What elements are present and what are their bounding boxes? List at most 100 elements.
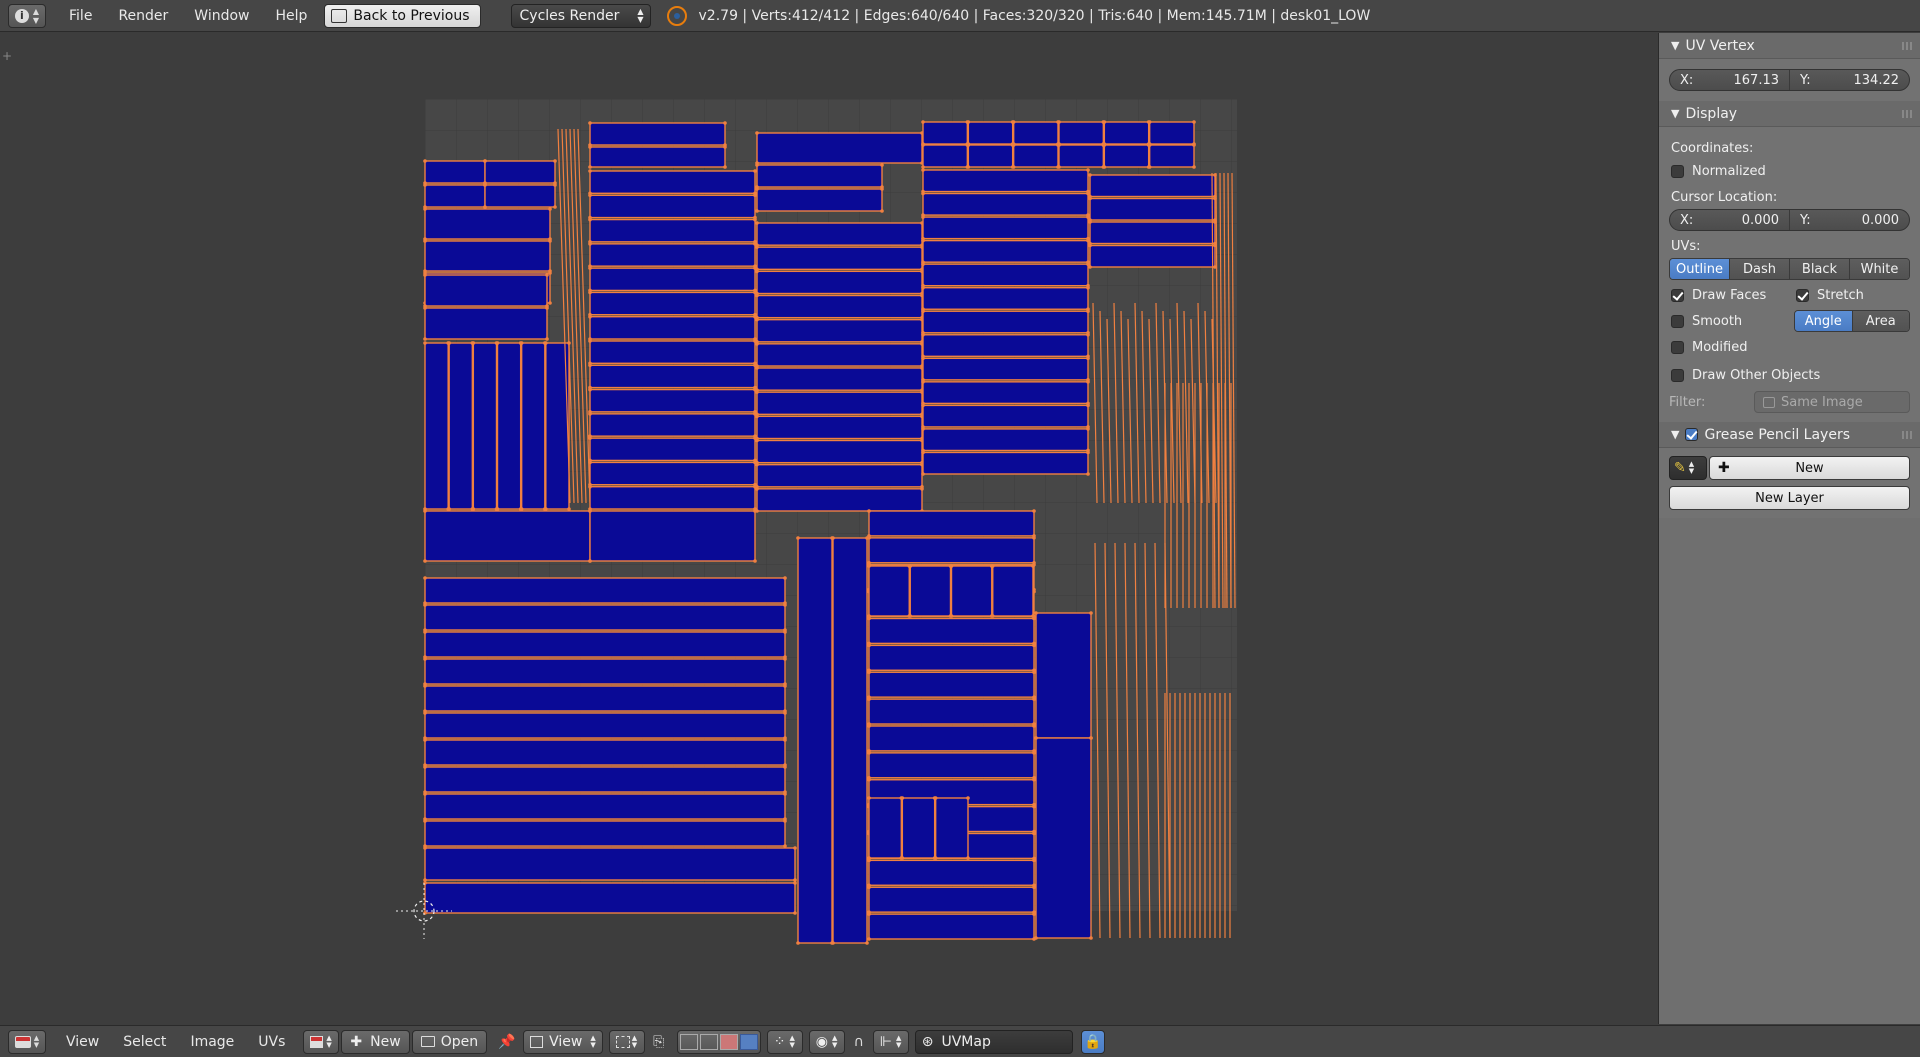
uv-vertex — [1088, 243, 1092, 248]
uv-vertex — [1086, 191, 1090, 196]
uv-face — [756, 415, 923, 440]
grease-pencil-browse-button[interactable]: ✎ ▲ ▼ — [1669, 456, 1707, 480]
snap-icon[interactable]: ∩ — [847, 1030, 871, 1054]
menu-render[interactable]: Render — [105, 0, 181, 32]
uv-face — [589, 486, 756, 510]
checkbox-box — [1671, 340, 1684, 354]
uv-mode-black[interactable]: Black — [1789, 259, 1849, 279]
uv-vertex — [588, 217, 592, 222]
uv-vertex — [966, 856, 970, 860]
uv-vertex — [1192, 120, 1196, 124]
uv-face — [868, 565, 910, 617]
menu-window[interactable]: Window — [181, 0, 262, 32]
menu-help[interactable]: Help — [262, 0, 320, 32]
uv-vertex-panel-header[interactable]: ▼ UV Vertex — [1659, 33, 1920, 59]
menu-image[interactable]: Image — [178, 1034, 246, 1050]
uv-vertex — [796, 941, 800, 945]
uv-vertex — [793, 846, 797, 850]
uv-vertex — [423, 792, 427, 796]
uv-face — [424, 307, 548, 340]
uvmap-select[interactable]: ⊛ UVMap — [914, 1029, 1073, 1054]
uv-face — [589, 340, 756, 364]
face-select-icon[interactable] — [719, 1033, 738, 1050]
drag-grip-icon[interactable] — [1902, 431, 1914, 439]
uv-vertex — [783, 819, 787, 823]
uv-vertex — [921, 472, 925, 476]
uv-vertex — [495, 507, 500, 511]
render-engine-select[interactable]: Cycles Render ▲ ▼ — [510, 3, 651, 28]
new-label: New — [370, 1033, 401, 1050]
uv-vertex — [495, 341, 500, 345]
drag-grip-icon[interactable] — [1902, 42, 1914, 50]
menu-file[interactable]: File — [56, 0, 105, 32]
back-label: Back to Previous — [353, 7, 470, 24]
new-layer-button[interactable]: New Layer — [1669, 486, 1910, 510]
checkbox-box — [1671, 314, 1684, 328]
uv-mode-outline[interactable]: Outline — [1670, 259, 1729, 279]
stretch-mode-area[interactable]: Area — [1851, 311, 1909, 331]
uv-face — [756, 246, 923, 271]
uv-vertex — [1086, 285, 1090, 290]
lock-icon[interactable]: 🔒 — [1080, 1029, 1105, 1054]
cursor-x-field[interactable]: X: 0.000 — [1670, 210, 1789, 230]
image-open-button[interactable]: Open — [411, 1029, 488, 1054]
chevron-updown-icon: ▲ ▼ — [637, 6, 644, 24]
sync-selection-icon[interactable]: ⎘ — [647, 1030, 671, 1054]
uv-vertex — [867, 564, 871, 568]
pivot-select[interactable]: ▲ ▼ — [608, 1029, 645, 1054]
menu-uvs[interactable]: UVs — [246, 1034, 297, 1050]
uv-face — [589, 170, 756, 194]
uv-vertex — [1034, 936, 1038, 940]
pin-icon[interactable]: 📌 — [495, 1030, 519, 1054]
proportional-edit-select[interactable]: ◉ ▲ ▼ — [808, 1029, 845, 1054]
uv-vertex-y-field[interactable]: Y: 134.22 — [1789, 70, 1909, 90]
uv-vertex — [1057, 120, 1061, 124]
uv-mode-dash[interactable]: Dash — [1729, 259, 1789, 279]
uv-face — [1058, 144, 1105, 168]
uv-face — [868, 725, 1035, 752]
uv-layout-canvas[interactable] — [0, 33, 1657, 1024]
draw-other-objects-checkbox[interactable]: Draw Other Objects — [1671, 364, 1910, 386]
uv-vertex — [921, 168, 925, 172]
menu-select[interactable]: Select — [111, 1034, 178, 1050]
normalized-checkbox[interactable]: Normalized — [1671, 160, 1910, 182]
image-new-button[interactable]: ✚ New — [341, 1029, 410, 1054]
menu-view[interactable]: View — [54, 1034, 111, 1050]
stretch-mode-angle[interactable]: Angle — [1795, 311, 1852, 331]
uv-vertex — [966, 143, 971, 147]
image-browse-button[interactable]: ▲ ▼ — [303, 1029, 340, 1054]
uv-vertex-x-field[interactable]: X: 167.13 — [1670, 70, 1789, 90]
uv-face — [868, 859, 1035, 886]
modified-checkbox[interactable]: Modified — [1671, 336, 1910, 358]
sticky-selection-select[interactable]: ⁘ ▲ ▼ — [766, 1029, 803, 1054]
info-editor-type-button[interactable]: i ▲ ▼ — [8, 3, 46, 28]
smooth-checkbox[interactable]: Smooth — [1671, 310, 1742, 332]
uv-vertex — [867, 509, 871, 513]
view-mode-select[interactable]: View ▲ ▼ — [523, 1029, 603, 1054]
uv-editor-type-button[interactable]: ▲ ▼ — [8, 1029, 46, 1054]
grease-pencil-panel-header[interactable]: ▼ Grease Pencil Layers — [1659, 422, 1920, 448]
grease-pencil-new-button[interactable]: ✚ New — [1709, 456, 1910, 480]
new-layer-label: New Layer — [1755, 490, 1824, 506]
edge-select-icon[interactable] — [699, 1033, 718, 1050]
grease-pencil-enable-checkbox[interactable] — [1685, 428, 1699, 441]
uv-mode-white[interactable]: White — [1849, 259, 1909, 279]
uv-face — [868, 671, 1035, 698]
uv-vertex — [588, 363, 592, 368]
draw-faces-checkbox[interactable]: Draw Faces — [1671, 284, 1766, 306]
drag-grip-icon[interactable] — [1902, 110, 1914, 118]
uv-vertex — [1011, 120, 1016, 124]
cursor-y-field[interactable]: Y: 0.000 — [1789, 210, 1909, 230]
island-select-icon[interactable] — [739, 1033, 758, 1050]
uv-editor-viewport[interactable]: + — [0, 33, 1657, 1024]
vertex-select-icon[interactable] — [679, 1033, 698, 1050]
back-to-previous-button[interactable]: Back to Previous — [324, 3, 481, 28]
filter-dropdown[interactable]: Same Image — [1754, 391, 1910, 413]
snap-element-select[interactable]: ⊩ ▲ ▼ — [872, 1029, 909, 1054]
uv-vertex — [588, 266, 592, 270]
uv-face — [589, 388, 756, 413]
uvmap-label: UVMap — [941, 1033, 991, 1050]
stretch-checkbox[interactable]: Stretch — [1796, 284, 1910, 306]
display-panel-header[interactable]: ▼ Display — [1659, 101, 1920, 127]
scene-stats: v2.79 | Verts:412/412 | Edges:640/640 | … — [698, 7, 1371, 24]
